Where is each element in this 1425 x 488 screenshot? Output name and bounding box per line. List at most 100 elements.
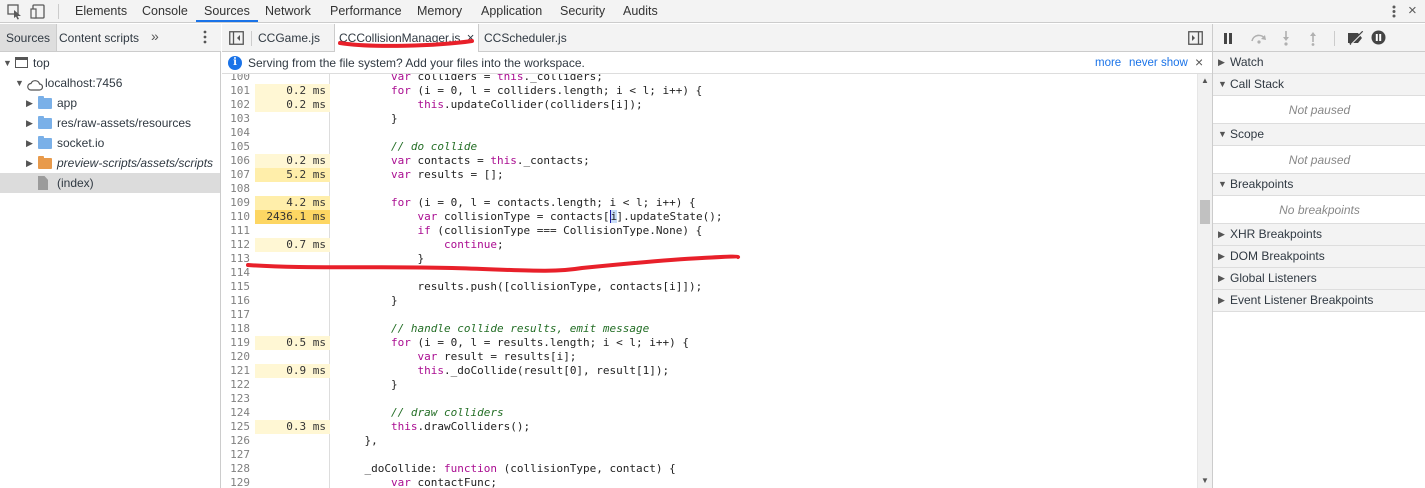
line-number[interactable]: 113	[222, 252, 250, 265]
collapsed-triangle-icon[interactable]: ▶	[1218, 224, 1225, 245]
step-over-icon[interactable]	[1250, 32, 1268, 47]
kebab-menu-icon[interactable]	[203, 29, 207, 48]
tab-elements[interactable]: Elements	[67, 0, 135, 22]
tab-content-scripts[interactable]: Content scripts	[53, 24, 145, 51]
pane-xhr-breakpoints[interactable]: ▶ XHR Breakpoints	[1213, 224, 1425, 246]
collapsed-triangle-icon[interactable]: ▶	[1218, 290, 1225, 311]
tab-security[interactable]: Security	[552, 0, 613, 22]
line-number[interactable]: 103	[222, 112, 250, 125]
line-number[interactable]: 107	[222, 168, 250, 181]
line-number[interactable]: 117	[222, 308, 250, 321]
collapsed-triangle-icon[interactable]: ▶	[26, 133, 33, 153]
scroll-up-arrow[interactable]: ▲	[1201, 76, 1209, 85]
line-number[interactable]: 105	[222, 140, 250, 153]
pane-call-stack[interactable]: ▼ Call Stack	[1213, 74, 1425, 96]
pane-title: Event Listener Breakpoints	[1230, 293, 1374, 307]
scroll-down-arrow[interactable]: ▼	[1201, 476, 1209, 485]
pane-global-listeners[interactable]: ▶ Global Listeners	[1213, 268, 1425, 290]
line-number[interactable]: 128	[222, 462, 250, 475]
pause-icon[interactable]	[1223, 33, 1233, 47]
tab-sources[interactable]: Sources	[196, 0, 258, 22]
deactivate-breakpoints-icon[interactable]	[1347, 30, 1365, 48]
tab-sources[interactable]: Sources	[0, 24, 58, 51]
tree-item-top[interactable]: ▼ top	[0, 53, 220, 73]
line-number[interactable]: 125	[222, 420, 250, 433]
collapsed-triangle-icon[interactable]: ▶	[26, 153, 33, 173]
chevron-double-right-icon[interactable]: »	[151, 28, 159, 44]
line-number[interactable]: 104	[222, 126, 250, 139]
collapsed-triangle-icon[interactable]: ▶	[1218, 268, 1225, 289]
tree-item-res-raw-assets[interactable]: ▶ res/raw-assets/resources	[0, 113, 220, 133]
tab-ccscheduler-js[interactable]: CCScheduler.js	[480, 24, 571, 52]
editor-scrollbar[interactable]: ▲ ▼	[1197, 74, 1212, 488]
settings-menu-icon[interactable]	[1385, 3, 1403, 20]
line-timing	[255, 434, 330, 448]
line-number[interactable]: 101	[222, 84, 250, 97]
tab-application[interactable]: Application	[473, 0, 550, 22]
line-number[interactable]: 126	[222, 434, 250, 447]
pane-breakpoints[interactable]: ▼ Breakpoints	[1213, 174, 1425, 196]
line-number[interactable]: 110	[222, 210, 250, 223]
pane-event-listener-breakpoints[interactable]: ▶ Event Listener Breakpoints	[1213, 290, 1425, 312]
tree-item-socket-io[interactable]: ▶ socket.io	[0, 133, 220, 153]
tree-item-index[interactable]: (index)	[0, 173, 220, 193]
line-number[interactable]: 111	[222, 224, 250, 237]
line-number[interactable]: 118	[222, 322, 250, 335]
close-devtools-icon[interactable]: ×	[1408, 3, 1425, 20]
tab-memory[interactable]: Memory	[409, 0, 470, 22]
toggle-navigator-icon[interactable]	[229, 31, 244, 48]
line-number[interactable]: 106	[222, 154, 250, 167]
line-number[interactable]: 127	[222, 448, 250, 461]
collapsed-triangle-icon[interactable]: ▶	[1218, 246, 1225, 267]
tab-console[interactable]: Console	[134, 0, 196, 22]
line-number[interactable]: 115	[222, 280, 250, 293]
line-number[interactable]: 102	[222, 98, 250, 111]
line-number[interactable]: 112	[222, 238, 250, 251]
line-number[interactable]: 120	[222, 350, 250, 363]
pane-scope[interactable]: ▼ Scope	[1213, 124, 1425, 146]
pause-on-exceptions-icon[interactable]	[1371, 30, 1386, 48]
inspect-element-icon[interactable]	[6, 3, 24, 20]
tab-ccgame-js[interactable]: CCGame.js	[254, 24, 324, 52]
more-link[interactable]: more	[1095, 57, 1121, 69]
code-area[interactable]: 100 101 0.2 ms 102 0.2 ms 103 104 105 106 0.2 ms 1…	[222, 74, 1197, 488]
never-show-link[interactable]: never show	[1129, 57, 1188, 69]
line-number[interactable]: 129	[222, 476, 250, 488]
line-number[interactable]: 124	[222, 406, 250, 419]
tab-network[interactable]: Network	[257, 0, 319, 22]
line-number[interactable]: 114	[222, 266, 250, 279]
tree-item-preview-scripts[interactable]: ▶ preview-scripts/assets/scripts	[0, 153, 220, 173]
step-out-icon[interactable]	[1308, 30, 1318, 49]
expanded-triangle-icon[interactable]: ▼	[1218, 174, 1227, 195]
tab-audits[interactable]: Audits	[615, 0, 666, 22]
line-number[interactable]: 109	[222, 196, 250, 209]
expanded-triangle-icon[interactable]: ▼	[15, 73, 24, 93]
pane-watch[interactable]: ▶ Watch	[1213, 52, 1425, 74]
toggle-debugger-icon[interactable]	[1188, 31, 1203, 48]
scrollbar-thumb[interactable]	[1200, 200, 1210, 224]
pane-dom-breakpoints[interactable]: ▶ DOM Breakpoints	[1213, 246, 1425, 268]
tree-item-app[interactable]: ▶ app	[0, 93, 220, 113]
close-infobar-icon[interactable]: ×	[1195, 54, 1203, 70]
line-number[interactable]: 119	[222, 336, 250, 349]
close-tab-icon[interactable]: ×	[467, 30, 475, 45]
expanded-triangle-icon[interactable]: ▼	[1218, 124, 1227, 145]
line-number[interactable]: 123	[222, 392, 250, 405]
line-number[interactable]: 116	[222, 294, 250, 307]
line-number[interactable]: 108	[222, 182, 250, 195]
line-gutter[interactable]: 100 101 0.2 ms 102 0.2 ms 103 104 105 106 0.2 ms 1…	[222, 74, 330, 488]
line-number[interactable]: 121	[222, 364, 250, 377]
collapsed-triangle-icon[interactable]: ▶	[26, 93, 33, 113]
line-timing	[255, 308, 330, 322]
line-number[interactable]: 100	[222, 74, 250, 83]
expanded-triangle-icon[interactable]: ▼	[3, 53, 12, 73]
expanded-triangle-icon[interactable]: ▼	[1218, 74, 1227, 95]
tab-performance[interactable]: Performance	[322, 0, 410, 22]
device-toolbar-icon[interactable]	[30, 3, 48, 20]
collapsed-triangle-icon[interactable]: ▶	[1218, 52, 1225, 73]
step-into-icon[interactable]	[1281, 30, 1291, 49]
collapsed-triangle-icon[interactable]: ▶	[26, 113, 33, 133]
tab-cccollisionmanager-js[interactable]: CCCollisionManager.js ×	[334, 24, 480, 52]
tree-item-localhost[interactable]: ▼ localhost:7456	[0, 73, 220, 93]
line-number[interactable]: 122	[222, 378, 250, 391]
